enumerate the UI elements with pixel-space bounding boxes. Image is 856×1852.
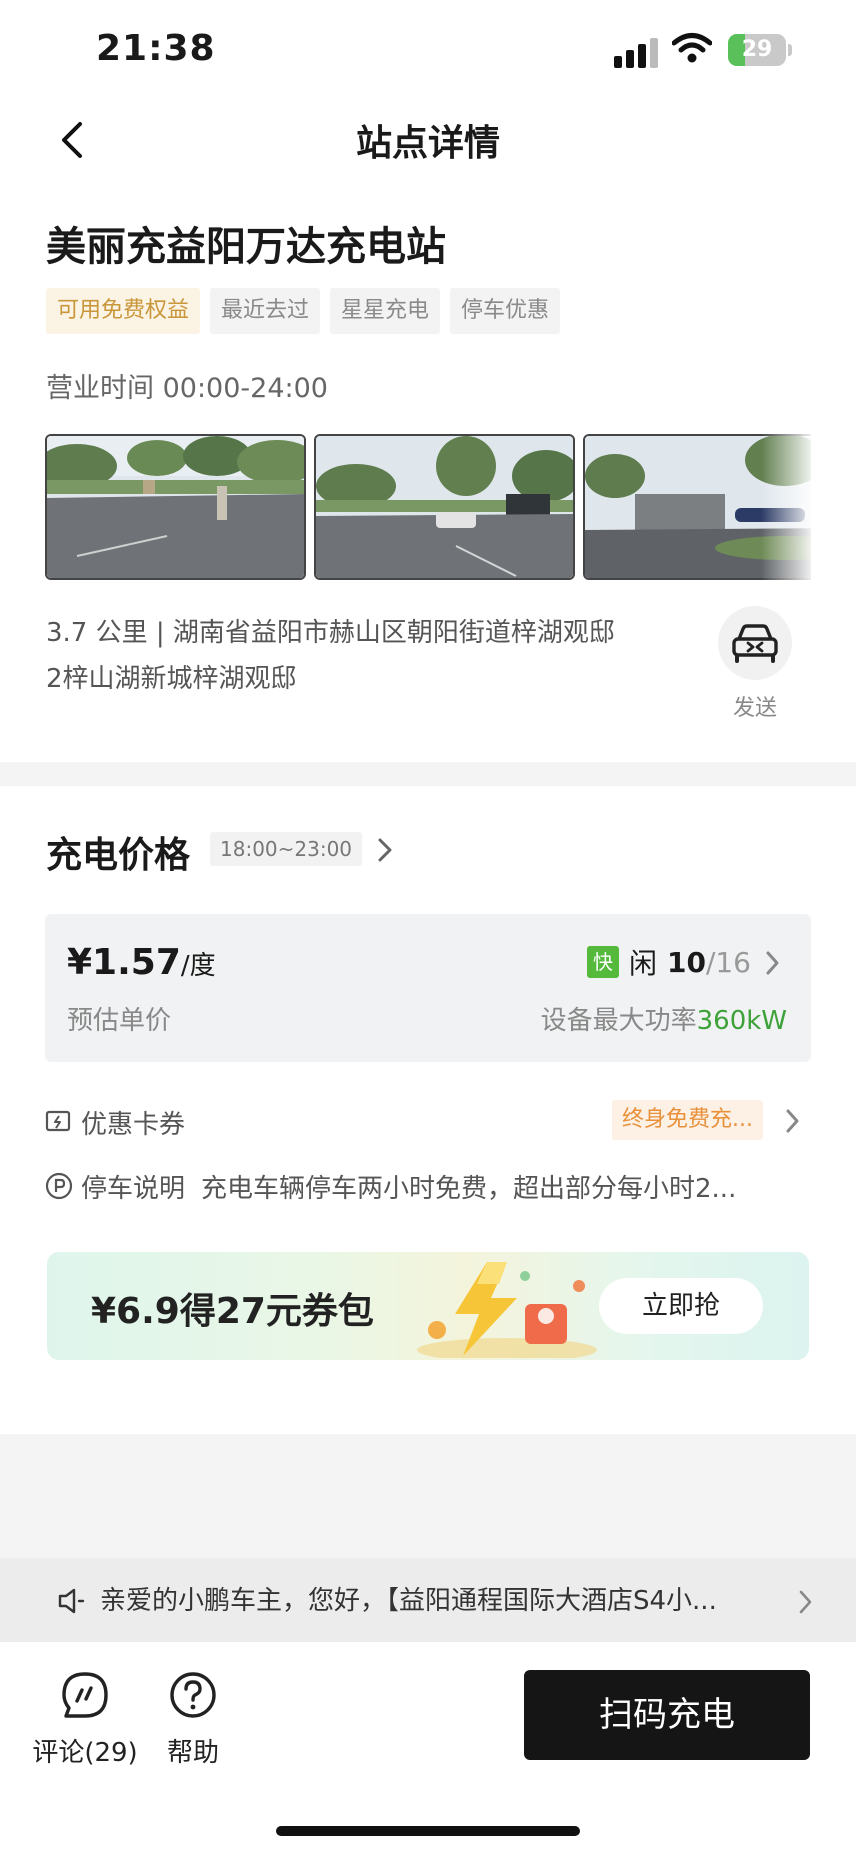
station-photo-1[interactable] (45, 434, 306, 580)
nav-bar: 站点详情 (0, 100, 856, 180)
tag-operator: 星星充电 (330, 288, 441, 334)
battery-percent: 29 (741, 37, 773, 62)
lightning-gift-illustration (417, 1262, 597, 1358)
comment-icon (62, 1672, 108, 1718)
home-indicator (276, 1826, 580, 1836)
price-caption: 预估单价 (67, 1006, 172, 1036)
chevron-right-icon (786, 1109, 799, 1133)
station-address: 3.7 公里 | 湖南省益阳市赫山区朝阳街道梓湖观邸 2梓山湖新城梓湖观邸 (46, 610, 666, 702)
charger-availability: 快 闲 10/16 (586, 942, 751, 982)
comments-label: 评论(29) (32, 1738, 138, 1768)
battery-icon: 29 (728, 34, 792, 66)
speaker-icon (58, 1588, 85, 1614)
coupon-badge: 终身免费充... (612, 1100, 763, 1140)
chevron-right-icon[interactable] (374, 834, 398, 866)
promo-text: ¥6.9得27元券包 (91, 1291, 374, 1332)
price-period: 18:00~23:00 (210, 832, 363, 866)
coupon-pack-banner[interactable]: ¥6.9得27元券包 立即抢 (47, 1252, 809, 1360)
notice-text: 亲爱的小鹏车主，您好，【益阳通程国际大酒店S4小... (100, 1586, 717, 1616)
max-power: 设备最大功率360kW (540, 1006, 787, 1036)
wifi-icon (672, 33, 712, 63)
parking-icon (45, 1172, 73, 1200)
address-line-1: 3.7 公里 | 湖南省益阳市赫山区朝阳街道梓湖观邸 (46, 618, 615, 648)
tag-parking-discount: 停车优惠 (450, 288, 561, 334)
fast-charge-badge: 快 (586, 946, 619, 978)
total-count: /16 (705, 945, 751, 979)
parking-label: 停车说明 (81, 1174, 186, 1204)
station-photo-2[interactable] (314, 434, 575, 580)
tag-recently-visited: 最近去过 (210, 288, 321, 334)
scan-to-charge-button[interactable]: 扫码充电 (524, 1670, 810, 1760)
max-power-value: 360kW (696, 1006, 787, 1036)
bottom-action-bar: 评论(29) 帮助 扫码充电 (0, 1642, 856, 1852)
idle-count: 10 (666, 945, 706, 979)
car-icon (732, 624, 778, 663)
tag-free-benefit: 可用免费权益 (46, 288, 201, 334)
parking-description: 充电车辆停车两小时免费，超出部分每小时2... (201, 1174, 737, 1204)
price-section-title: 充电价格 (46, 835, 191, 876)
price-unit: /度 (180, 951, 216, 981)
coupons-label: 优惠卡券 (81, 1110, 186, 1140)
coupons-row[interactable]: 优惠卡券 终身免费充... (45, 1100, 811, 1144)
photos-scroll-fade (761, 434, 811, 580)
business-hours: 营业时间 00:00-24:00 (46, 373, 328, 404)
unit-price: ¥1.57/度 (67, 942, 216, 983)
send-to-car-button[interactable]: 发送 (718, 606, 792, 722)
chevron-right-icon[interactable] (763, 948, 783, 978)
comments-button[interactable]: 评论(29) (30, 1670, 140, 1769)
question-circle-icon (170, 1672, 216, 1718)
address-line-2: 2梓山湖新城梓湖观邸 (46, 664, 297, 694)
station-name: 美丽充益阳万达充电站 (46, 224, 446, 270)
section-divider (0, 1434, 856, 1558)
chevron-right-icon (799, 1590, 812, 1614)
notice-bar[interactable]: 亲爱的小鹏车主，您好，【益阳通程国际大酒店S4小... (0, 1558, 856, 1642)
status-time: 21:38 (96, 28, 216, 69)
coupon-icon (45, 1110, 71, 1132)
status-bar: 21:38 29 (0, 0, 856, 100)
parking-row: 停车说明 充电车辆停车两小时免费，超出部分每小时2... (45, 1166, 811, 1210)
page-title: 站点详情 (355, 123, 500, 164)
cellular-signal-icon (614, 38, 660, 68)
send-label: 发送 (732, 696, 777, 721)
station-photos[interactable] (45, 434, 811, 580)
help-label: 帮助 (166, 1738, 219, 1768)
grab-now-button[interactable]: 立即抢 (599, 1278, 763, 1334)
section-divider (0, 762, 856, 786)
help-button[interactable]: 帮助 (158, 1670, 228, 1769)
price-card[interactable]: ¥1.57/度 预估单价 快 闲 10/16 设备最大功率360kW (45, 914, 811, 1062)
station-tags: 可用免费权益 最近去过 星星充电 停车优惠 (46, 288, 561, 334)
idle-label: 闲 (628, 947, 657, 980)
